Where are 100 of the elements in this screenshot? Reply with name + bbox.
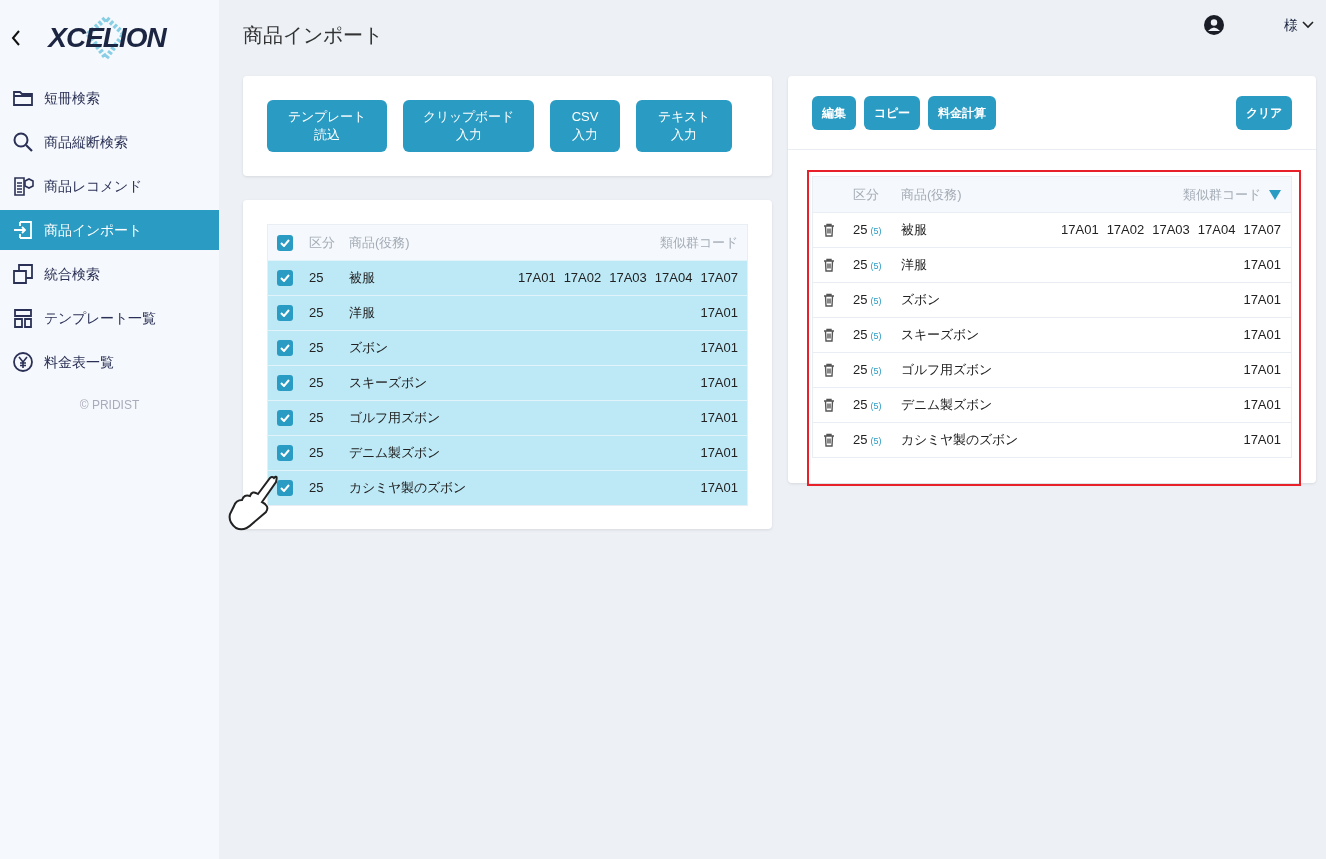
table-cell-text: 17A04 [654, 269, 693, 288]
table-row[interactable]: 25 被服 17A01 17A02 17A03 17A04 17A07 [268, 260, 747, 295]
table-cell-text: スキーズボン [349, 374, 428, 393]
sidebar-item[interactable]: 商品縦断検索 [0, 122, 219, 162]
delete-icon[interactable] [823, 292, 837, 308]
check-icon [280, 484, 290, 492]
table-cell-text: カシミヤ製のズボン [349, 479, 467, 498]
table-cell-text: 25 [853, 221, 868, 240]
table-cell-text: 17A01 [700, 339, 738, 358]
table-cell-text: 洋服 [901, 256, 928, 275]
document-box-icon [12, 175, 34, 197]
table-cell-text: 25 [309, 479, 325, 498]
check-icon [280, 449, 290, 457]
table-cell-text: デニム製ズボン [901, 396, 993, 415]
table-cell-text: 25 [853, 291, 868, 310]
checkbox[interactable] [277, 445, 293, 461]
table-cell-text: カシミヤ製のズボン [901, 431, 1019, 450]
checkbox[interactable] [277, 375, 293, 391]
table-row[interactable]: 25 ズボン 17A01 [268, 330, 747, 365]
count-label: (5) [870, 225, 882, 239]
table-row[interactable]: 25 カシミヤ製のズボン 17A01 [268, 470, 747, 505]
table-cell-text: 25 [853, 431, 868, 450]
delete-icon[interactable] [823, 257, 837, 273]
check-icon [280, 344, 290, 352]
table-cell-text: ゴルフ用ズボン [349, 409, 441, 428]
overlapping-squares-icon [12, 263, 34, 285]
check-icon [280, 309, 290, 317]
table-cell-text: 17A01 [700, 479, 738, 498]
table-cell-text: 17A01 [518, 269, 556, 288]
table-cell-text: 25 [309, 304, 325, 323]
table-cell-text: 17A02 [563, 269, 602, 288]
checkbox[interactable] [277, 234, 293, 251]
checkbox[interactable] [277, 340, 293, 356]
page-title: 商品インポート [243, 23, 383, 48]
sidebar-item[interactable]: 短冊検索 [0, 78, 219, 118]
table-cell-text: 25 [309, 339, 325, 358]
table-cell-text: 17A04 [1197, 221, 1236, 240]
table-cell-text: ゴルフ用ズボン [901, 361, 993, 380]
column-header: 区分 [309, 233, 336, 252]
table-cell-text: 17A01 [1243, 291, 1281, 310]
checkbox[interactable] [277, 270, 293, 286]
column-header: 区分 [853, 185, 880, 204]
delete-icon[interactable] [823, 222, 837, 238]
table-row[interactable]: 25 スキーズボン 17A01 [268, 365, 747, 400]
table-cell-text: 17A01 [1243, 396, 1281, 415]
table-cell-text: 被服 [901, 221, 928, 240]
table-cell-text: ズボン [349, 339, 389, 358]
check-icon [280, 274, 290, 282]
table-row[interactable]: 25 ゴルフ用ズボン 17A01 [268, 400, 747, 435]
table-cell-text: 被服 [349, 269, 376, 288]
table-cell-text: ズボン [901, 291, 941, 310]
user-icon[interactable] [1204, 15, 1224, 35]
delete-icon[interactable] [823, 432, 837, 448]
table-cell-text: 17A01 [1243, 256, 1281, 275]
chevron-down-icon [1302, 21, 1314, 29]
copyright: © PRIDIST [78, 397, 141, 414]
template-icon [12, 307, 34, 329]
count-label: (5) [870, 330, 882, 344]
sidebar-item[interactable]: テンプレート一覧 [0, 298, 219, 338]
check-icon [280, 238, 290, 247]
table-row[interactable]: 25 デニム製ズボン 17A01 [268, 435, 747, 470]
count-label: (5) [870, 260, 882, 274]
table-cell-text: 17A01 [1243, 431, 1281, 450]
table-cell-text: 17A03 [1152, 221, 1190, 240]
table-cell-text: 17A01 [700, 304, 738, 323]
table-cell-text: 17A02 [1106, 221, 1145, 240]
table-cell-text: 17A07 [700, 269, 738, 288]
sidebar-item[interactable]: 料金表一覧 [0, 342, 219, 382]
delete-icon[interactable] [823, 362, 837, 378]
table-cell-text: 17A01 [700, 374, 738, 393]
yen-icon [12, 351, 34, 373]
search-icon [12, 131, 34, 153]
table-cell-text: 17A07 [1243, 221, 1281, 240]
sidebar-item[interactable]: 統合検索 [0, 254, 219, 294]
sort-triangle-icon [1269, 189, 1281, 200]
column-header: 商品(役務) [901, 185, 963, 204]
table-cell-text: 17A01 [1243, 361, 1281, 380]
table-cell-text: 25 [853, 396, 868, 415]
delete-icon[interactable] [823, 327, 837, 343]
checkbox[interactable] [277, 410, 293, 426]
table-row[interactable]: 25 洋服 17A01 [268, 295, 747, 330]
checkbox[interactable] [277, 305, 293, 321]
table-cell-text: 25 [309, 374, 325, 393]
table-cell-text: 17A03 [609, 269, 647, 288]
table-cell-text: スキーズボン [901, 326, 980, 345]
count-label: (5) [870, 400, 882, 414]
delete-icon[interactable] [823, 397, 837, 413]
table-cell-text: 25 [853, 361, 868, 380]
table-cell-text: 25 [309, 269, 325, 288]
checkbox[interactable] [277, 480, 293, 496]
import-icon [12, 219, 34, 241]
column-header: 商品(役務) [349, 233, 411, 252]
count-label: (5) [870, 295, 882, 309]
user-menu[interactable]: 様 [1284, 14, 1314, 36]
sidebar-item[interactable]: 商品レコメンド [0, 166, 219, 206]
count-label: (5) [870, 435, 882, 449]
table-cell-text: 25 [309, 444, 325, 463]
column-header: 類似群コード [660, 233, 738, 252]
table-cell-text: 17A01 [700, 409, 738, 428]
check-icon [280, 379, 290, 387]
